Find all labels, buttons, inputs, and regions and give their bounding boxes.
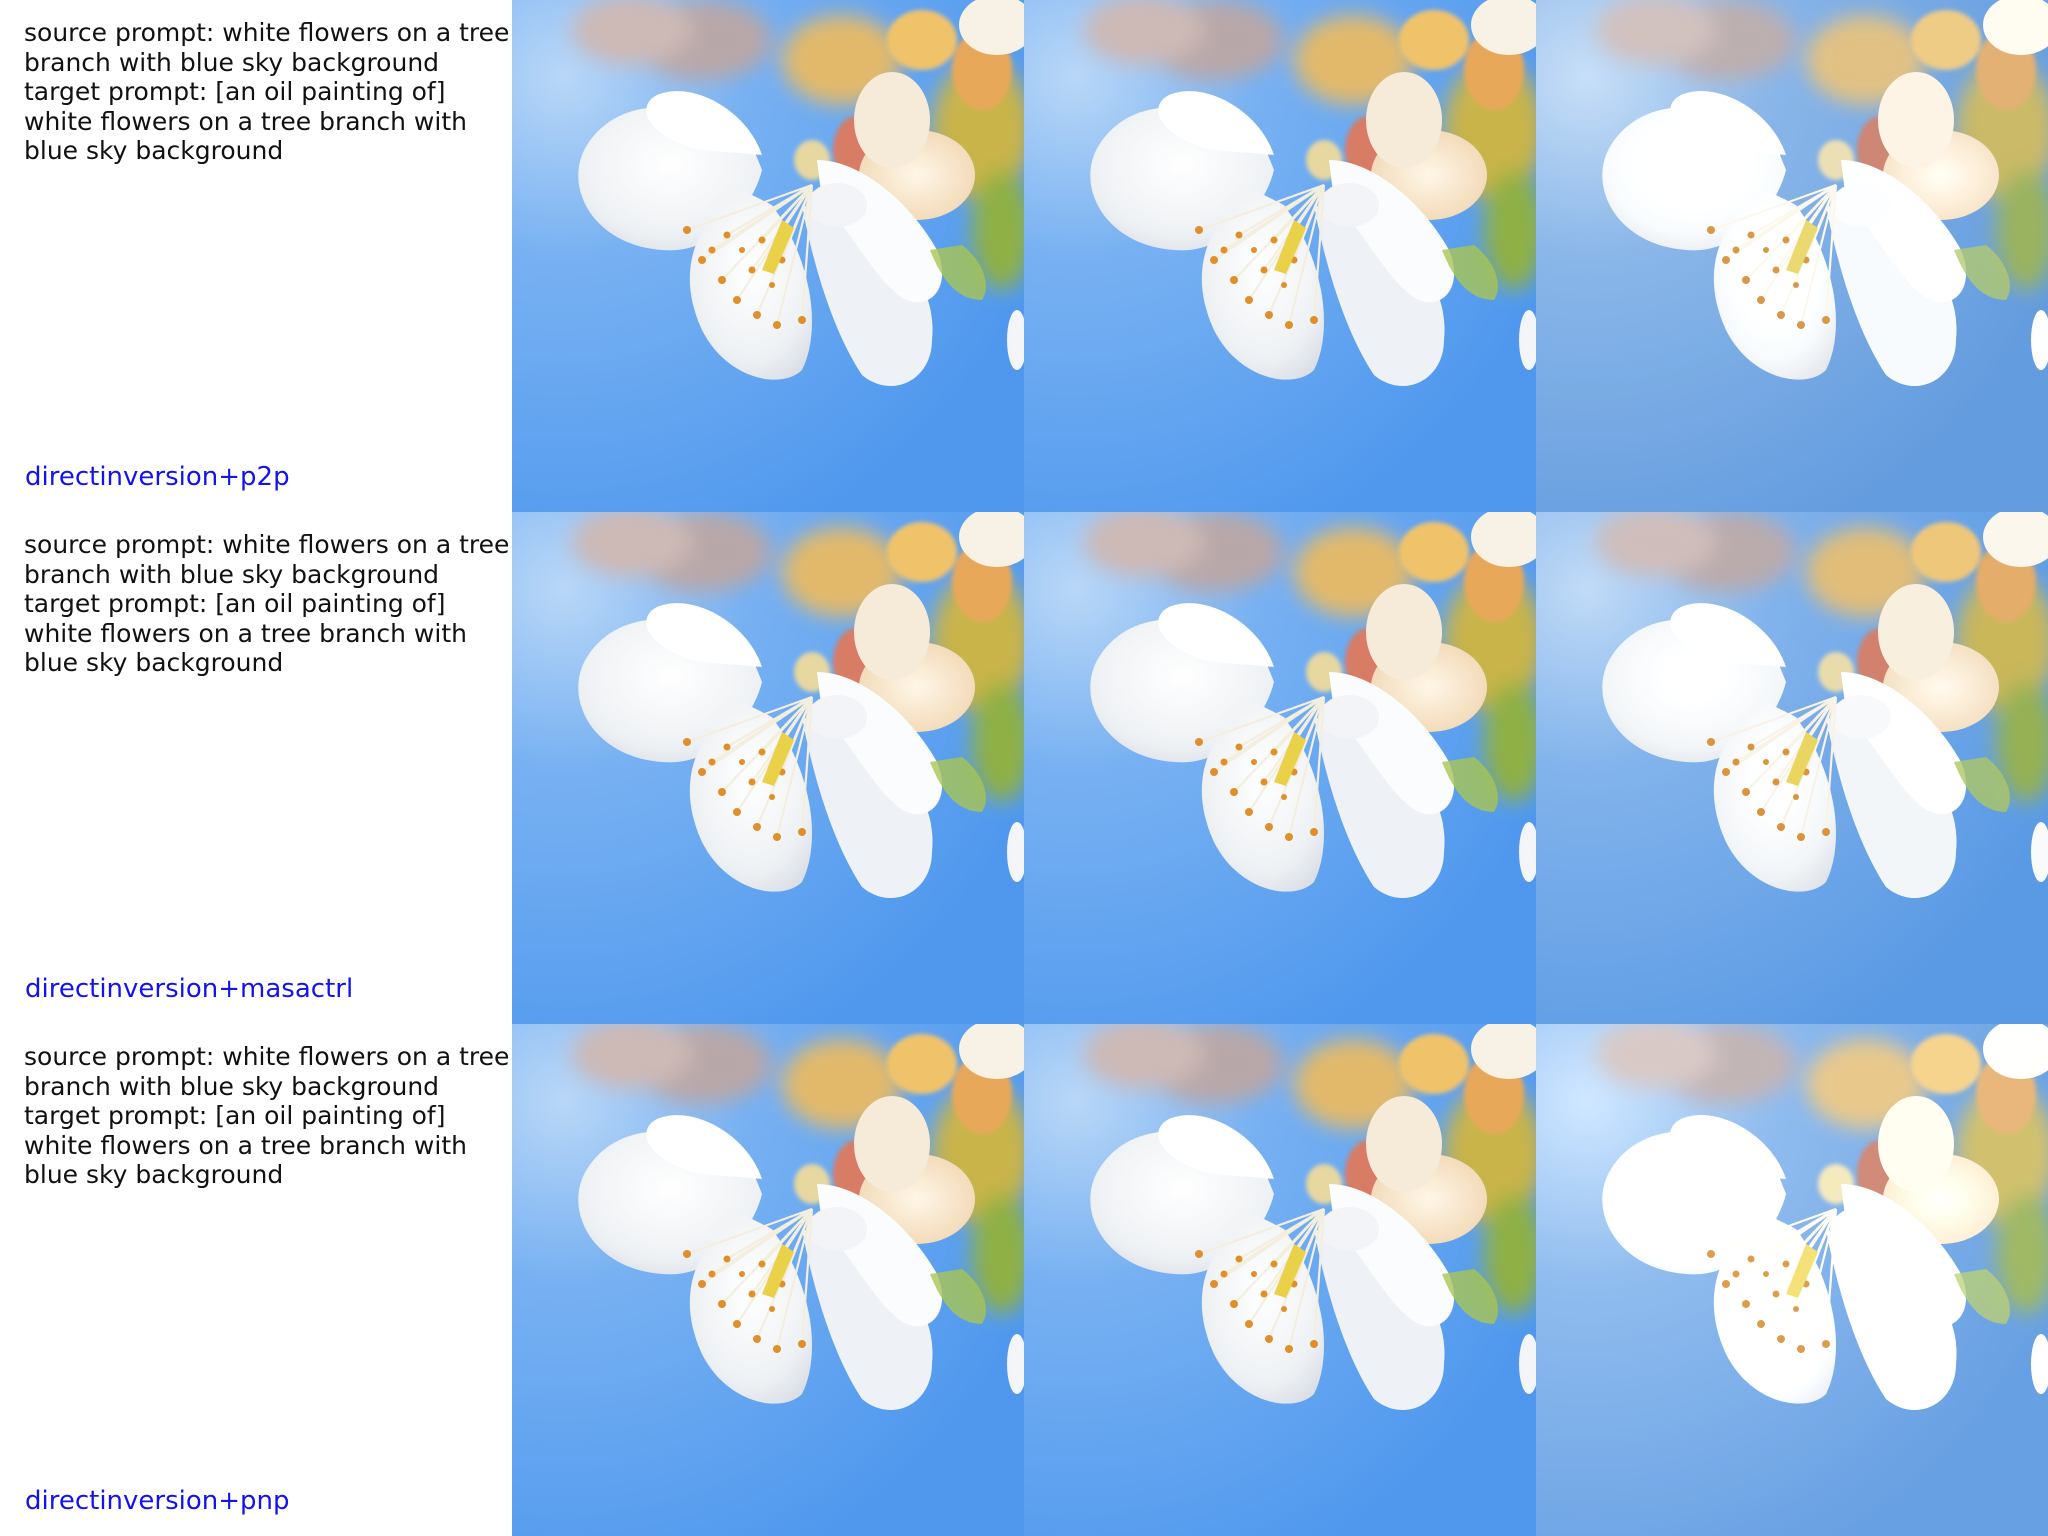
row-masactrl: source prompt: white flowers on a tree b… <box>0 512 2048 1024</box>
image-reconstruction <box>1024 0 1536 512</box>
image-original <box>512 0 1024 512</box>
caption-cell: source prompt: white flowers on a tree b… <box>0 512 512 1024</box>
prompt-text: source prompt: white flowers on a tree b… <box>24 530 514 678</box>
prompt-text: source prompt: white flowers on a tree b… <box>24 1042 514 1190</box>
prompt-line: blue sky background <box>24 136 284 165</box>
image-original <box>512 1024 1024 1536</box>
prompt-line: white flowers on a tree branch with <box>24 618 467 648</box>
row-pnp: source prompt: white flowers on a tree b… <box>0 1024 2048 1536</box>
method-label: directinversion+pnp <box>25 1486 290 1516</box>
prompt-line: branch with blue sky background <box>24 1071 440 1101</box>
prompt-line: blue sky background <box>24 648 284 677</box>
image-reconstruction <box>1024 1024 1536 1536</box>
prompt-line: target prompt: [an oil painting of] <box>24 589 446 618</box>
method-label: directinversion+p2p <box>25 462 290 492</box>
prompt-line: branch with blue sky background <box>24 559 440 589</box>
prompt-line: source prompt: white flowers on a tree <box>24 1042 510 1071</box>
row-p2p: source prompt: white flowers on a tree b… <box>0 0 2048 512</box>
prompt-line: source prompt: white flowers on a tree <box>24 18 510 47</box>
prompt-line: source prompt: white flowers on a tree <box>24 530 510 559</box>
prompt-line: white flowers on a tree branch with <box>24 106 467 136</box>
prompt-line: blue sky background <box>24 1160 284 1189</box>
image-edited <box>1536 1024 2048 1536</box>
prompt-line: target prompt: [an oil painting of] <box>24 1101 446 1130</box>
prompt-line: white flowers on a tree branch with <box>24 1130 467 1160</box>
image-edited <box>1536 512 2048 1024</box>
method-label: directinversion+masactrl <box>25 974 354 1004</box>
prompt-line: target prompt: [an oil painting of] <box>24 77 446 106</box>
image-edited <box>1536 0 2048 512</box>
prompt-line: branch with blue sky background <box>24 47 440 77</box>
image-reconstruction <box>1024 512 1536 1024</box>
caption-cell: source prompt: white flowers on a tree b… <box>0 0 512 512</box>
image-original <box>512 512 1024 1024</box>
caption-cell: source prompt: white flowers on a tree b… <box>0 1024 512 1536</box>
prompt-text: source prompt: white flowers on a tree b… <box>24 18 514 166</box>
